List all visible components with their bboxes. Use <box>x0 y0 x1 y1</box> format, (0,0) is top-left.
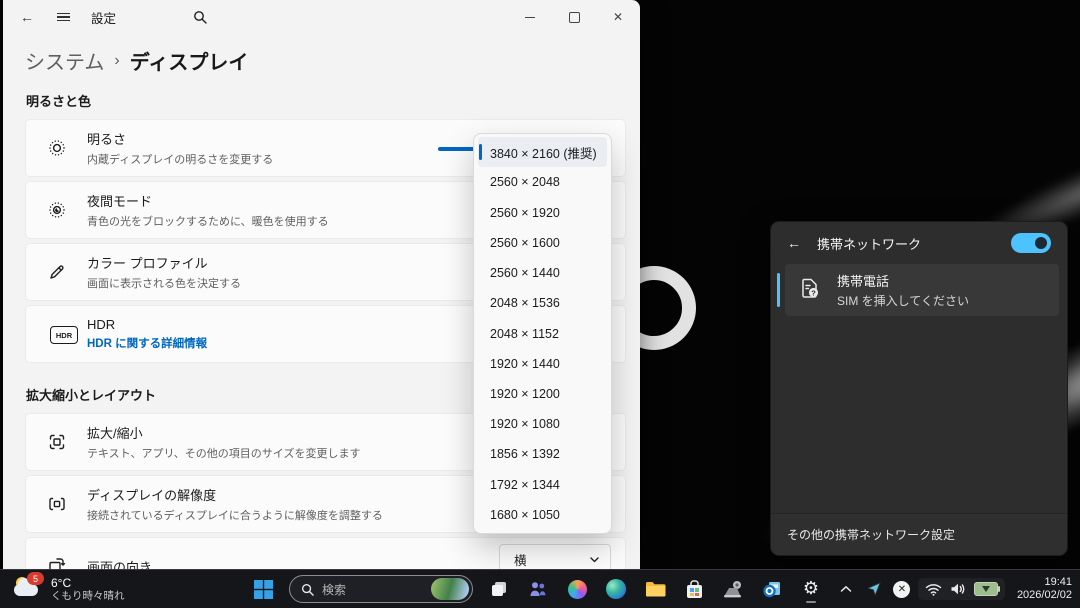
location-arrow-icon[interactable] <box>862 575 886 603</box>
resolution-option[interactable]: 1680 × 1050 <box>478 500 607 530</box>
search-icon[interactable] <box>192 9 208 25</box>
desktop: ← 設定 ✕ システム › ディスプレイ 明るさと色 <box>0 0 1080 608</box>
resolution-option[interactable]: 2560 × 2048 <box>478 167 607 197</box>
clock-date: 2026/02/02 <box>1017 589 1072 603</box>
store-icon[interactable] <box>681 575 707 603</box>
resolution-dropdown: 3840 × 2160 (推奨) 2560 × 2048 2560 × 1920… <box>473 133 612 534</box>
hdr-link[interactable]: HDR に関する詳細情報 <box>87 335 207 351</box>
resolution-option[interactable]: 1920 × 1200 <box>478 379 607 409</box>
row-title: 明るさ <box>87 129 273 148</box>
row-title: カラー プロファイル <box>87 253 241 272</box>
weather-condition: くもり時々晴れ <box>51 590 125 603</box>
resolution-option[interactable]: 2048 × 1536 <box>478 288 607 318</box>
night-light-icon <box>47 200 67 220</box>
row-subtitle: テキスト、アプリ、その他の項目のサイズを変更します <box>87 445 360 461</box>
breadcrumb-separator-icon: › <box>114 52 119 70</box>
cellular-device-row[interactable]: ? 携帯電話 SIM を挿入してください <box>777 264 1059 316</box>
back-icon[interactable]: ← <box>787 235 801 251</box>
breadcrumb-root[interactable]: システム <box>25 46 104 75</box>
device-subtitle: SIM を挿入してください <box>837 292 969 309</box>
flyout-header: ← 携帯ネットワーク <box>771 222 1067 262</box>
battery-charging-icon <box>974 582 998 596</box>
section-brightness-color: 明るさと色 <box>26 91 626 110</box>
resolution-option[interactable]: 2560 × 1600 <box>478 228 607 258</box>
row-subtitle: 画面に表示される色を決定する <box>87 275 241 291</box>
row-title: 夜間モード <box>87 191 329 210</box>
edge-icon[interactable] <box>603 575 629 603</box>
tray-chevron-up-icon[interactable] <box>834 575 858 603</box>
row-title: 画面の向き <box>87 557 152 571</box>
resolution-option[interactable]: 2560 × 1920 <box>478 197 607 227</box>
chevron-down-icon <box>589 554 600 565</box>
resolution-icon <box>47 494 67 514</box>
orientation-select[interactable]: 横 <box>499 544 611 570</box>
cellular-flyout: ← 携帯ネットワーク ? 携帯電話 SIM を挿入してください その他の携帯ネッ… <box>770 221 1068 556</box>
clock[interactable]: 19:41 2026/02/02 <box>1017 576 1072 603</box>
clock-time: 19:41 <box>1017 576 1072 590</box>
task-view-icon[interactable] <box>486 575 512 603</box>
weather-temp: 6°C <box>51 576 125 590</box>
cellular-toggle[interactable] <box>1011 233 1051 253</box>
brightness-icon <box>47 138 67 158</box>
outlook-icon[interactable] <box>759 575 785 603</box>
system-tray: ✕ 19:41 2026/02/02 <box>834 570 1080 608</box>
row-title: 拡大/縮小 <box>87 423 360 442</box>
copilot-icon[interactable] <box>564 575 590 603</box>
resolution-option[interactable]: 2048 × 1152 <box>478 318 607 348</box>
taskbar: 5 6°C くもり時々晴れ 検索 <box>0 569 1080 608</box>
hamburger-menu-icon[interactable] <box>55 9 71 25</box>
breadcrumb: システム › ディスプレイ <box>25 46 626 75</box>
row-orientation[interactable]: 画面の向き 横 <box>25 537 626 570</box>
teams-icon[interactable] <box>525 575 551 603</box>
settings-taskbar-icon[interactable]: ⚙ <box>798 575 824 603</box>
quick-settings-button[interactable] <box>918 578 1005 600</box>
weather-widget[interactable]: 5 6°C くもり時々晴れ <box>0 570 139 608</box>
volume-icon <box>950 582 966 596</box>
more-cellular-settings-link[interactable]: その他の携帯ネットワーク設定 <box>771 513 1067 555</box>
notification-badge: 5 <box>27 572 44 585</box>
row-title: ディスプレイの解像度 <box>87 485 383 504</box>
resolution-option-selected[interactable]: 3840 × 2160 (推奨) <box>478 137 607 167</box>
resolution-option[interactable]: 1920 × 1440 <box>478 349 607 379</box>
resolution-option[interactable]: 1920 × 1080 <box>478 409 607 439</box>
hdr-icon: HDR <box>47 324 67 344</box>
row-subtitle: 青色の光をブロックするために、暖色を使用する <box>87 213 329 229</box>
resolution-option[interactable]: 1792 × 1344 <box>478 470 607 500</box>
search-highlight-image[interactable] <box>431 578 469 600</box>
orientation-icon <box>47 556 67 570</box>
disconnect-x-icon[interactable]: ✕ <box>890 575 914 603</box>
flyout-title: 携帯ネットワーク <box>817 234 995 253</box>
remote-device-icon[interactable] <box>720 575 746 603</box>
resolution-option[interactable]: 1856 × 1392 <box>478 439 607 469</box>
row-subtitle: 内蔵ディスプレイの明るさを変更する <box>87 151 273 167</box>
minimize-button[interactable] <box>508 0 552 34</box>
file-explorer-icon[interactable] <box>642 575 668 603</box>
color-profile-icon <box>47 262 67 282</box>
sim-card-icon: ? <box>797 275 823 306</box>
search-placeholder: 検索 <box>322 581 423 598</box>
search-icon <box>301 583 314 596</box>
maximize-button[interactable] <box>552 0 596 34</box>
scale-icon <box>47 432 67 452</box>
orientation-value: 横 <box>514 550 527 569</box>
weather-icon: 5 <box>14 576 42 602</box>
search-box[interactable]: 検索 <box>289 575 473 603</box>
window-title: 設定 <box>91 8 116 27</box>
start-button[interactable] <box>250 575 276 603</box>
page-title: ディスプレイ <box>130 46 249 75</box>
svg-text:?: ? <box>811 288 816 297</box>
back-icon[interactable]: ← <box>19 9 35 25</box>
resolution-option[interactable]: 2560 × 1440 <box>478 258 607 288</box>
row-title: HDR <box>87 317 207 332</box>
wifi-icon <box>925 583 942 596</box>
running-indicator <box>806 601 816 604</box>
device-title: 携帯電話 <box>837 271 969 290</box>
selection-accent-bar <box>777 273 780 307</box>
close-button[interactable]: ✕ <box>596 0 640 34</box>
row-subtitle: 接続されているディスプレイに合うように解像度を調整する <box>87 507 383 523</box>
titlebar: ← 設定 ✕ <box>3 0 640 34</box>
